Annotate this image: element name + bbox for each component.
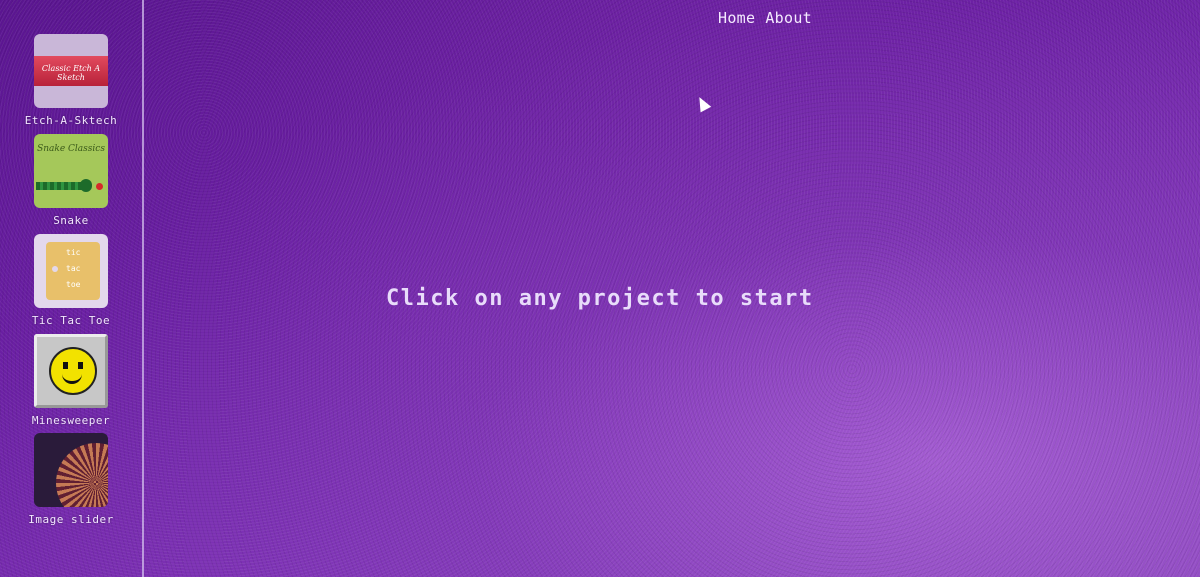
tag-text-tac: tac [66, 264, 81, 273]
start-message: Click on any project to start [386, 286, 814, 311]
tag-text-toe: toe [66, 280, 81, 289]
snake-logo-text: Snake Classics [37, 144, 105, 154]
smiley-mouth-icon [62, 371, 82, 384]
etch-a-sketch-thumbnail[interactable]: Classic Etch A Sketch [34, 34, 108, 108]
tag-hole-icon [52, 266, 58, 272]
smiley-face-icon [49, 347, 97, 395]
snake-thumbnail[interactable]: Snake Classics [34, 134, 108, 208]
project-label: Snake [53, 214, 89, 227]
minesweeper-thumbnail[interactable] [34, 334, 108, 408]
tic-tac-toe-thumbnail[interactable]: tic tac toe [34, 234, 108, 308]
top-nav: Home About [718, 9, 822, 27]
smiley-eye-icon [78, 362, 83, 369]
smiley-eye-icon [63, 362, 68, 369]
apple-icon [96, 183, 103, 190]
snake-head-icon [80, 179, 92, 192]
project-label: Tic Tac Toe [31, 314, 111, 327]
image-slider-thumbnail[interactable] [34, 433, 108, 507]
tag-icon: tic tac toe [46, 242, 100, 300]
project-label: Etch-A-Sktech [24, 114, 118, 127]
snake-body-icon [36, 182, 82, 190]
project-label: Minesweeper [31, 414, 111, 427]
nav-about-link[interactable]: About [765, 9, 812, 27]
nav-home-link[interactable]: Home [718, 9, 755, 27]
project-label: Image slider [28, 513, 114, 526]
mouse-cursor-icon [694, 94, 712, 113]
project-sidebar: Classic Etch A Sketch Etch-A-Sktech Snak… [0, 0, 144, 577]
etch-logo-text: Classic Etch A Sketch [41, 64, 101, 82]
tag-text-tic: tic [66, 248, 81, 257]
ferris-wheel-image [56, 443, 108, 507]
